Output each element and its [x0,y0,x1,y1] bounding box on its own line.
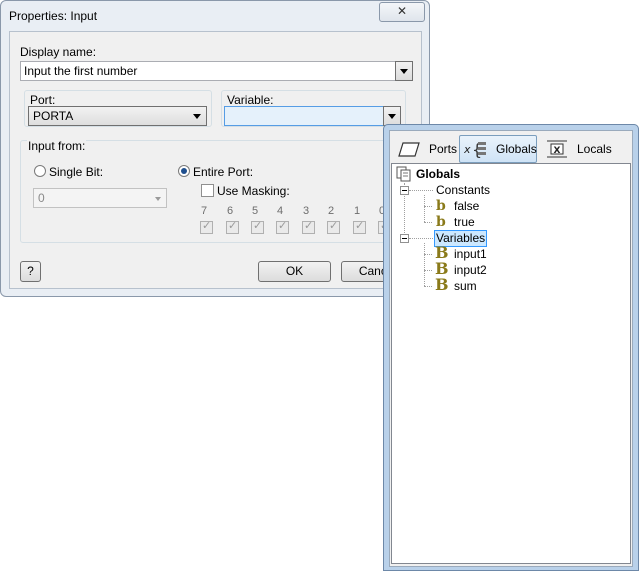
tab-ports[interactable]: Ports [392,135,458,163]
ok-button[interactable]: OK [258,261,331,282]
tree-connector [424,206,432,207]
bit-2-label: 2 [327,205,335,217]
variables-collapse-toggle[interactable] [400,234,409,243]
tab-globals[interactable]: x { Globals [459,135,537,163]
single-bit-radio[interactable] [34,165,46,177]
bit-6-label: 6 [226,205,234,217]
bit-4-checkbox[interactable] [276,219,289,234]
globals-tree[interactable]: Globals Constants b false b true Variabl… [391,163,631,564]
globals-root-icon [396,166,412,182]
tree-node-variable-input2[interactable]: input2 [454,263,487,278]
byte-variable-icon: B [435,275,449,294]
tree-connector [424,195,425,222]
bit-3-checkbox[interactable] [302,219,315,234]
single-bit-select[interactable]: 0 [33,188,167,208]
bit-4-label: 4 [276,205,284,217]
bit-7-label: 7 [200,205,208,217]
panel-inner: Ports x { Globals X Locals Globals Const… [389,130,633,567]
bit-1-checkbox[interactable] [353,219,366,234]
variable-dropdown-button[interactable] [383,106,401,126]
entire-port-label: Entire Port: [193,165,254,179]
tree-connector [424,243,425,286]
tree-connector [424,254,432,255]
tree-connector [409,190,433,191]
tree-connector [409,238,433,239]
variable-input[interactable] [224,106,384,126]
close-button[interactable]: ✕ [379,2,425,22]
tab-locals-label: Locals [577,142,612,156]
bit-2-checkbox[interactable] [327,219,340,234]
help-button[interactable]: ? [20,261,41,282]
tree-node-constant-true[interactable]: true [454,215,475,230]
tree-connector [424,270,432,271]
boolean-constant-icon: b [436,214,446,230]
bit-1-label: 1 [353,205,361,217]
bit-7-checkbox[interactable] [200,219,213,234]
single-bit-select-value: 0 [38,191,45,205]
dialog-client-area: Display name: Input the first number Por… [9,31,422,289]
port-select[interactable]: PORTA [28,106,207,126]
globals-icon: x { [463,139,490,159]
tree-connector [424,222,432,223]
input-from-label: Input from: [27,139,87,153]
bit-5-checkbox[interactable] [251,219,264,234]
tab-globals-label: Globals [496,142,537,156]
tree-root-globals[interactable]: Globals [416,167,460,182]
variable-label: Variable: [227,93,274,107]
display-name-label: Display name: [20,45,97,59]
bit-5-label: 5 [251,205,259,217]
tree-node-variable-input1[interactable]: input1 [454,247,487,262]
dialog-title: Properties: Input [9,9,98,23]
tree-node-constant-false[interactable]: false [454,199,479,214]
single-bit-label: Single Bit: [49,165,104,179]
tab-ports-label: Ports [429,142,458,156]
tree-node-variable-sum[interactable]: sum [454,279,477,294]
port-select-value: PORTA [33,109,74,123]
locals-icon: X [545,139,571,159]
globals-panel: Ports x { Globals X Locals Globals Const… [383,124,639,571]
use-masking-checkbox[interactable] [201,184,214,197]
svg-text:X: X [554,146,561,156]
port-label: Port: [30,93,56,107]
display-name-dropdown-button[interactable] [395,61,413,81]
chevron-down-icon [193,114,201,119]
tab-locals[interactable]: X Locals [540,135,612,163]
display-name-input[interactable]: Input the first number [20,61,396,81]
properties-dialog: Properties: Input ✕ Display name: Input … [0,0,430,297]
ports-icon [397,139,423,159]
entire-port-radio[interactable] [178,165,190,177]
boolean-constant-icon: b [436,198,446,214]
tree-connector [424,286,432,287]
constants-collapse-toggle[interactable] [400,186,409,195]
tree-node-constants[interactable]: Constants [436,183,490,198]
chevron-down-icon [155,197,161,201]
use-masking-label: Use Masking: [217,184,290,198]
bit-6-checkbox[interactable] [226,219,239,234]
bit-3-label: 3 [302,205,310,217]
svg-text:x: x [464,143,471,156]
